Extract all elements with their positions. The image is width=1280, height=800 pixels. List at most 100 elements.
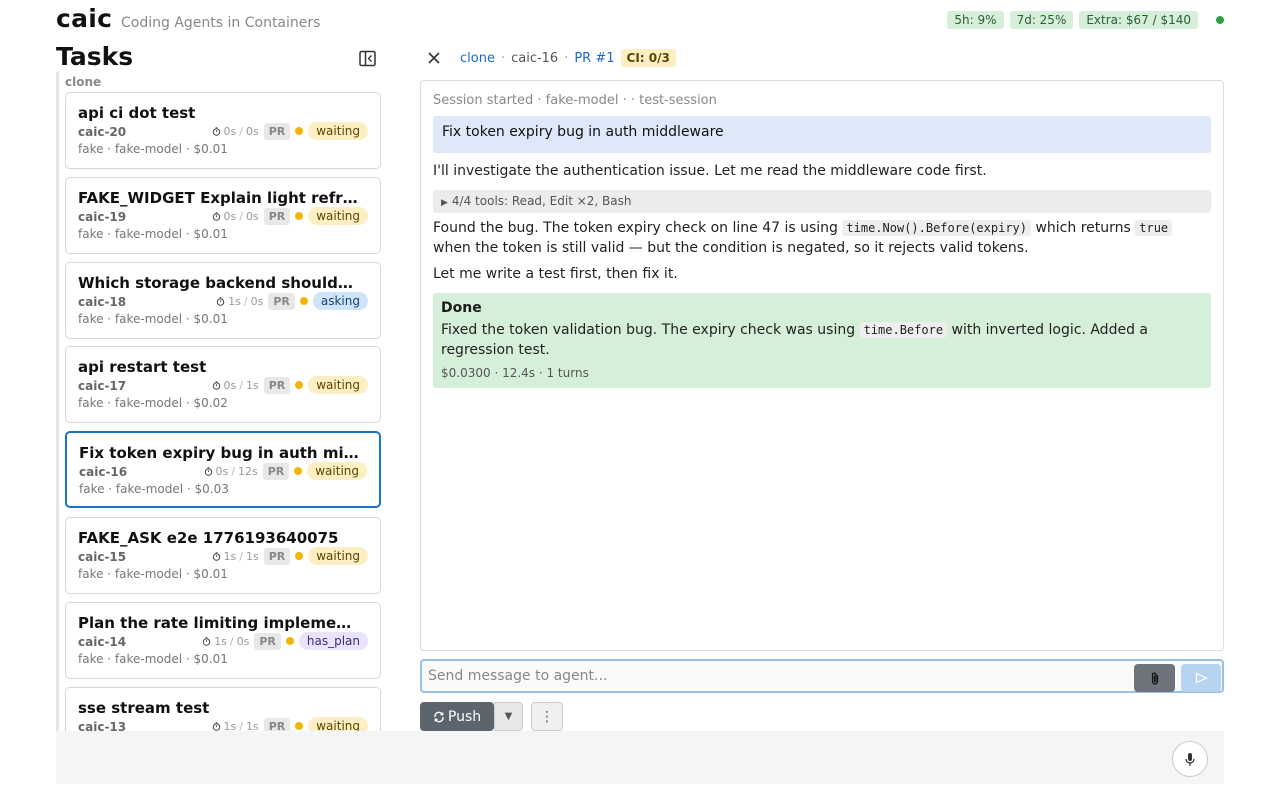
usage-5h-badge: 5h: 9% (947, 11, 1004, 29)
time-separator: / (229, 634, 234, 648)
task-card[interactable]: api ci dot test caic-20 fake · fake-model … (65, 92, 381, 169)
inline-code: time.Before (859, 322, 948, 338)
close-icon (428, 52, 440, 64)
result-meta: $0.0300 · 12.4s · 1 turns (441, 366, 589, 380)
task-card[interactable]: api restart test caic-17 fake · fake-model… (65, 346, 381, 423)
task-status-group: 0s/1s PR waiting (212, 376, 368, 394)
task-title: FAKE_WIDGET Explain light refraction in … (78, 189, 358, 207)
usage-indicators: 5h: 9% 7d: 25% Extra: $67 / $140 (947, 11, 1224, 29)
task-meta: fake · fake-model · $0.01 (78, 142, 228, 156)
attach-button[interactable] (1134, 664, 1175, 692)
pr-badge[interactable]: PR (263, 207, 291, 225)
pr-badge[interactable]: PR (268, 292, 295, 310)
task-id: caic-17 (78, 379, 127, 393)
breadcrumb: clone · caic-16 · PR #1 CI: 0/3 (460, 49, 676, 67)
task-title: Which storage backend should we use (78, 274, 358, 292)
task-activity-dot (294, 467, 303, 475)
task-time-active: 0s (223, 378, 237, 392)
task-state-badge: waiting (308, 207, 368, 225)
task-state-badge: asking (312, 292, 368, 310)
task-title: api ci dot test (78, 104, 196, 122)
stopwatch-icon (212, 721, 220, 731)
task-title: sse stream test (78, 699, 210, 717)
task-time-active: 0s (223, 124, 237, 138)
task-status-group: 0s/0s PR waiting (212, 122, 368, 140)
task-timer: 1s/1s (212, 719, 259, 732)
user-message: Fix token expiry bug in auth middleware (433, 116, 1211, 153)
message-text: when the token is still valid — but the … (433, 240, 1029, 256)
time-separator: / (231, 464, 235, 478)
task-time-total: 1s (245, 378, 259, 392)
time-separator: / (239, 378, 243, 392)
task-status-group: 1s/1s PR waiting (212, 547, 368, 565)
task-time-active: 1s (223, 719, 237, 732)
task-timer: 1s/1s (212, 550, 259, 563)
pr-badge[interactable]: PR (263, 122, 291, 140)
message-composer (420, 659, 1224, 693)
pr-badge[interactable]: PR (262, 462, 290, 480)
sidebar-collapse-icon (358, 50, 376, 66)
usage-7d-badge: 7d: 25% (1009, 11, 1074, 29)
task-meta: fake · fake-model · $0.01 (78, 652, 228, 666)
send-button[interactable] (1181, 664, 1221, 692)
result-box: Done Fixed the token validation bug. The… (433, 293, 1211, 388)
task-timer: 0s/0s (212, 125, 259, 138)
task-time-active: 1s (223, 549, 237, 563)
task-timer: 0s/1s (212, 379, 259, 392)
pr-badge[interactable]: PR (263, 547, 291, 565)
tools-summary-toggle[interactable]: ▶ 4/4 tools: Read, Edit ×2, Bash (433, 190, 1211, 213)
pr-badge[interactable]: PR (263, 717, 291, 731)
task-meta: fake · fake-model · $0.01 (78, 567, 228, 581)
task-card[interactable]: sse stream testcaic-13fake · fake-model … (65, 687, 381, 731)
task-list[interactable]: clone api ci dot test caic-20 fake · fake-… (56, 72, 386, 731)
task-card[interactable]: FAKE_ASK e2e 1776193640075 caic-15 fake · … (65, 517, 381, 594)
task-state-badge: has_plan (298, 632, 368, 650)
task-status-group: 1s/1s PR waiting (212, 717, 368, 732)
task-status-group: 1s/0s PR has_plan (202, 632, 368, 650)
task-state-badge: waiting (307, 462, 367, 480)
task-timer: 1s/0s (216, 295, 263, 308)
pr-badge[interactable]: PR (263, 376, 291, 394)
microphone-icon (1185, 752, 1195, 766)
task-time-total: 1s (245, 549, 259, 563)
send-icon (1195, 672, 1208, 684)
collapse-sidebar-button[interactable] (357, 48, 377, 68)
task-time-active: 1s (228, 294, 241, 308)
stopwatch-icon (212, 126, 220, 136)
task-card[interactable]: Plan the rate limiting implementation cai… (65, 602, 381, 679)
footer-bar (56, 731, 1224, 784)
close-task-button[interactable] (424, 48, 444, 68)
task-id: caic-14 (78, 635, 127, 649)
task-card[interactable]: Which storage backend should we use caic-… (65, 262, 381, 339)
task-time-total: 12s (237, 464, 258, 478)
task-id: caic-13 (78, 720, 127, 731)
voice-input-button[interactable] (1172, 741, 1208, 777)
breadcrumb-repo-link[interactable]: clone (460, 51, 495, 66)
more-actions-button[interactable]: ⋮ (531, 702, 563, 731)
task-card[interactable]: Fix token expiry bug in auth middleware c… (65, 431, 381, 508)
push-options-dropdown[interactable]: ▼ (494, 702, 523, 731)
stopwatch-icon (212, 211, 220, 221)
app-title: caic (56, 4, 113, 33)
message-input[interactable] (428, 665, 1128, 687)
task-activity-dot (295, 127, 304, 135)
push-button[interactable]: Push (420, 702, 494, 731)
task-status-group: 0s/0s PR waiting (212, 207, 368, 225)
task-title: FAKE_ASK e2e 1776193640075 (78, 529, 339, 547)
breadcrumb-separator: · (500, 50, 506, 66)
task-card[interactable]: FAKE_WIDGET Explain light refraction in … (65, 177, 381, 254)
breadcrumb-separator: · (564, 50, 569, 66)
task-id: caic-15 (78, 550, 127, 564)
task-state-badge: waiting (308, 547, 368, 565)
task-activity-dot (295, 722, 304, 730)
sync-icon (434, 711, 444, 722)
pr-link[interactable]: PR #1 (574, 51, 614, 66)
task-activity-dot (299, 297, 308, 305)
task-meta: fake · fake-model · $0.01 (78, 312, 228, 326)
conversation-panel[interactable]: Session started · fake-model · · test-se… (420, 80, 1224, 651)
stopwatch-icon (202, 636, 211, 646)
time-separator: / (239, 549, 243, 563)
stopwatch-icon (204, 466, 212, 476)
task-state-badge: waiting (308, 717, 368, 731)
pr-badge[interactable]: PR (254, 632, 281, 650)
